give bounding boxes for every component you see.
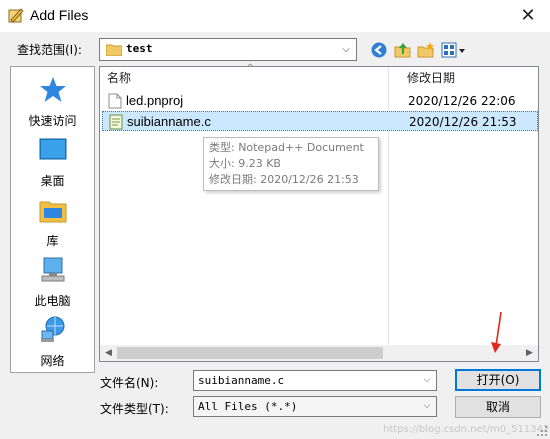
open-button[interactable]: 打开(O): [455, 369, 541, 391]
window-title: Add Files: [30, 7, 89, 23]
up-folder-icon[interactable]: [394, 41, 412, 59]
resize-grip-icon[interactable]: [536, 425, 548, 437]
watermark: https://blog.csdn.net/m0_51134230: [383, 424, 550, 435]
tooltip-date: 修改日期: 2020/12/26 21:53: [209, 173, 359, 186]
look-in-label: 查找范围(I):: [17, 43, 82, 57]
scroll-right-icon[interactable]: ▶: [521, 345, 538, 361]
chevron-down-icon[interactable]: ⌵: [336, 39, 356, 60]
places-bar: 快速访问 桌面 库 此电脑 网络: [10, 66, 95, 373]
file-list[interactable]: ^ 名称 修改日期 led.pnproj 2020/12/26 22:06 su…: [99, 63, 539, 362]
file-modified: 2020/12/26 22:06: [408, 94, 516, 108]
place-label: 桌面: [40, 174, 65, 188]
file-info-tooltip: 类型: Notepad++ Document 大小: 9.23 KB 修改日期:…: [203, 137, 379, 191]
scroll-left-icon[interactable]: ◀: [100, 345, 117, 361]
document-icon: [108, 93, 122, 109]
place-this-pc[interactable]: 此电脑: [11, 255, 94, 309]
look-in-value: test: [126, 42, 153, 55]
title-bar: Add Files ✕: [0, 0, 550, 32]
file-name-label: 文件名(N):: [100, 376, 159, 390]
place-label: 库: [46, 234, 59, 248]
file-name: suibianname.c: [127, 114, 211, 129]
place-quick-access[interactable]: 快速访问: [11, 75, 94, 129]
look-in-combobox[interactable]: test ⌵: [99, 38, 357, 61]
annotation-arrow-icon: [491, 311, 502, 353]
library-icon: [39, 201, 66, 223]
file-type-label: 文件类型(T):: [100, 402, 169, 416]
file-type-value: All Files (*.*): [198, 400, 298, 413]
this-pc-icon: [41, 257, 64, 282]
horizontal-scrollbar[interactable]: ◀ ▶: [100, 345, 538, 361]
file-name-field[interactable]: suibianname.c ⌵: [193, 370, 437, 391]
app-icon: [8, 8, 24, 23]
tooltip-type: 类型: Notepad++ Document: [209, 141, 364, 154]
list-item[interactable]: led.pnproj 2020/12/26 22:06: [102, 91, 538, 111]
view-menu-icon[interactable]: [441, 41, 467, 59]
notepadpp-file-icon: [109, 114, 123, 130]
place-label: 网络: [40, 354, 65, 368]
file-name: led.pnproj: [126, 93, 184, 108]
desktop-icon: [39, 138, 66, 160]
place-label: 此电脑: [34, 294, 71, 308]
chevron-down-icon[interactable]: ⌵: [418, 371, 436, 390]
quick-access-star-icon: [39, 77, 66, 102]
tooltip-size: 大小: 9.23 KB: [209, 157, 281, 170]
folder-icon: [106, 44, 122, 56]
network-icon: [40, 316, 64, 342]
close-icon[interactable]: ✕: [516, 4, 540, 28]
place-library[interactable]: 库: [11, 195, 94, 249]
cancel-button[interactable]: 取消: [455, 396, 541, 418]
place-label: 快速访问: [28, 114, 77, 128]
file-modified: 2020/12/26 21:53: [409, 115, 517, 129]
sort-ascending-icon: ^: [246, 63, 255, 74]
back-icon[interactable]: [370, 41, 388, 59]
new-folder-icon[interactable]: [417, 41, 435, 59]
column-header-modified[interactable]: 修改日期: [407, 67, 455, 89]
place-network[interactable]: 网络: [11, 315, 94, 369]
file-name-value: suibianname.c: [198, 374, 285, 387]
list-item[interactable]: suibianname.c 2020/12/26 21:53: [102, 111, 538, 131]
column-header-name[interactable]: 名称: [107, 67, 131, 89]
place-desktop[interactable]: 桌面: [11, 135, 94, 189]
file-type-select[interactable]: All Files (*.*) ⌵: [193, 396, 437, 417]
chevron-down-icon[interactable]: ⌵: [418, 397, 436, 416]
scrollbar-thumb[interactable]: [117, 347, 383, 359]
